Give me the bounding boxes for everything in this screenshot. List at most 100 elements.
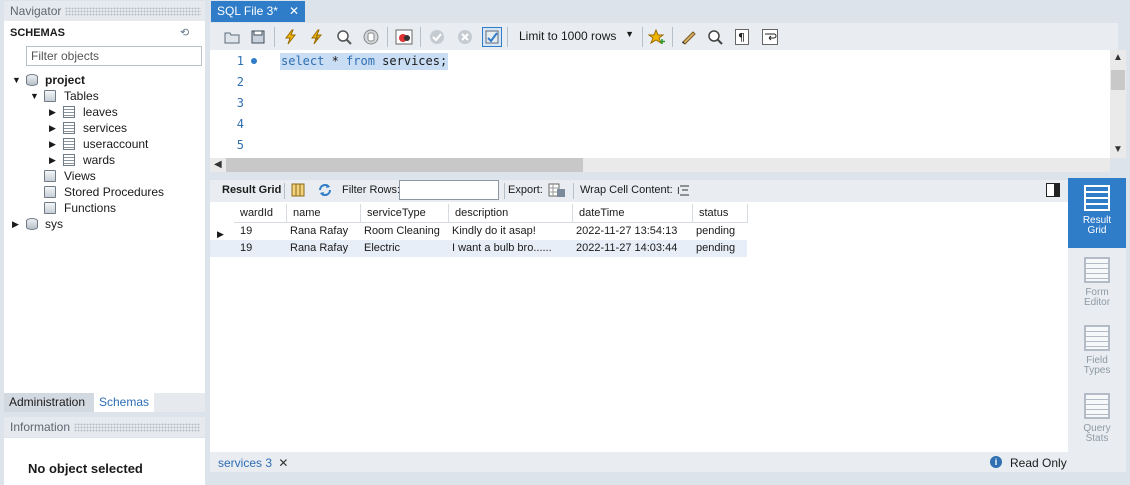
scroll-thumb[interactable] [1111,70,1125,90]
execute-current-icon[interactable]: I [307,27,327,47]
wrap-cell-icon[interactable]: I [676,183,690,200]
cell-description[interactable]: Kindly do it asap! [449,223,573,239]
field-types-button[interactable]: Field Types [1068,320,1126,382]
tree-node-table-useraccount[interactable]: ▶ useraccount [4,136,204,152]
editor-horizontal-scrollbar[interactable]: ◀ [210,158,1110,172]
tree-node-table-services[interactable]: ▶ services [4,120,204,136]
toolbar-separator [642,27,643,47]
filter-objects-input[interactable] [26,46,202,66]
tree-node-table-wards[interactable]: ▶ wards [4,152,204,168]
result-grid[interactable]: wardId name serviceType description date… [210,202,1068,452]
find-magnifier-icon[interactable] [705,27,725,47]
line-number: 3 [236,96,244,110]
database-icon [26,218,38,230]
tree-label-leaves: leaves [83,105,118,119]
commit-check-icon[interactable] [427,27,447,47]
column-header[interactable]: status [693,204,748,223]
cell-datetime[interactable]: 2022-11-27 14:03:44 [573,240,693,256]
current-row-arrow-icon: ▶ [217,229,224,239]
stop-on-error-icon[interactable] [394,27,414,47]
cell-status[interactable]: pending [693,223,748,239]
cell-wardid[interactable]: 19 [237,223,287,239]
tree-label-services: services [83,121,128,135]
cell-servicetype[interactable]: Electric [361,240,449,256]
tree-node-table-leaves[interactable]: ▶ leaves [4,104,204,120]
autocommit-toggle-icon[interactable] [482,27,502,47]
limit-rows-select[interactable]: Limit to 1000 rows ▼ [510,26,638,47]
expand-arrow-icon[interactable]: ▼ [30,88,39,104]
column-header[interactable]: dateTime [573,204,693,223]
refresh-arrows-icon[interactable] [317,183,333,200]
tree-node-tables[interactable]: ▼ Tables [4,88,204,104]
scroll-up-icon[interactable]: ▲ [1113,52,1123,63]
close-tab-icon[interactable]: ✕ [289,4,299,18]
rollback-x-icon[interactable] [455,27,475,47]
expand-arrow-icon[interactable]: ▼ [12,72,21,88]
filter-rows-input[interactable] [399,180,499,200]
tab-sql-file-3[interactable]: SQL File 3* ✕ [211,1,305,22]
explain-magnifier-icon[interactable] [334,27,354,47]
editor-vertical-scrollbar[interactable]: ▲ ▼ [1110,50,1126,158]
column-header[interactable]: serviceType [361,204,449,223]
tree-node-project[interactable]: ▼ project [4,72,204,88]
scroll-left-icon[interactable]: ◀ [214,159,222,170]
tab-schemas[interactable]: Schemas [94,393,154,412]
collapse-arrow-icon[interactable]: ▶ [49,152,56,168]
tree-node-functions[interactable]: Functions [4,200,204,216]
column-header[interactable]: wardId [234,204,287,223]
collapse-arrow-icon[interactable]: ▶ [49,120,56,136]
cell-wardid[interactable]: 19 [237,240,287,256]
wrap-cell-content-label: Wrap Cell Content: [580,184,673,196]
form-editor-button[interactable]: Form Editor [1068,252,1126,314]
navigator-title: Navigator [10,4,62,18]
close-tab-icon[interactable]: ✕ [278,456,288,470]
collapse-arrow-icon[interactable]: ▶ [12,216,19,232]
invisible-chars-pilcrow-icon[interactable]: ¶ [732,27,752,47]
form-editor-icon [1084,257,1110,283]
stop-hand-icon[interactable] [361,27,381,47]
export-icon[interactable] [548,182,566,201]
svg-text:I: I [677,186,680,197]
editor-tab-bar: SQL File 3* ✕ [206,0,1130,22]
svg-text:I: I [316,35,318,42]
toggle-panel-icon[interactable] [1046,183,1060,200]
cell-datetime[interactable]: 2022-11-27 13:54:13 [573,223,693,239]
sql-code-editor[interactable]: 1 2 3 4 5 select * from services; [210,50,1110,158]
word-wrap-icon[interactable] [760,27,780,47]
cell-name[interactable]: Rana Rafay [287,223,361,239]
tree-node-stored-procedures[interactable]: Stored Procedures [4,184,204,200]
table-row[interactable]: 19 Rana Rafay Room Cleaning Kindly do it… [210,223,747,240]
scroll-thumb[interactable] [226,158,583,172]
collapse-arrow-icon[interactable]: ▶ [49,136,56,152]
tab-label: services 3 [218,456,273,470]
open-folder-icon[interactable] [222,27,242,47]
toolbar-separator [573,183,574,199]
information-header: Information [4,417,205,437]
column-header[interactable]: name [287,204,361,223]
cell-status[interactable]: pending [693,240,748,256]
tab-services-3[interactable]: services 3 ✕ [218,456,288,470]
query-stats-button[interactable]: Query Stats [1068,388,1126,450]
execute-icon[interactable] [281,27,301,47]
save-icon[interactable] [248,27,268,47]
add-snippet-star-icon[interactable] [647,27,667,47]
tab-administration[interactable]: Administration [4,393,94,412]
toolbar-separator [507,27,508,47]
toolbar-separator [504,183,505,199]
beautify-brush-icon[interactable] [679,27,699,47]
cell-name[interactable]: Rana Rafay [287,240,361,256]
sql-statement[interactable]: select * from services; [280,53,449,70]
cell-servicetype[interactable]: Room Cleaning [361,223,449,239]
table-row[interactable]: 19 Rana Rafay Electric I want a bulb bro… [210,240,747,257]
statement-marker-dot[interactable] [251,58,257,64]
collapse-arrow-icon[interactable]: ▶ [49,104,56,120]
cell-description[interactable]: I want a bulb bro...... [449,240,573,256]
column-header[interactable]: description [449,204,573,223]
refresh-icon[interactable]: ⟲ [180,26,189,39]
result-grid-view-button[interactable]: Result Grid [1068,178,1126,248]
tree-node-views[interactable]: Views [4,168,204,184]
grid-columns-icon[interactable] [291,183,305,200]
procedures-folder-icon [44,186,56,198]
tree-node-sys[interactable]: ▶ sys [4,216,204,232]
scroll-down-icon[interactable]: ▼ [1113,144,1123,155]
